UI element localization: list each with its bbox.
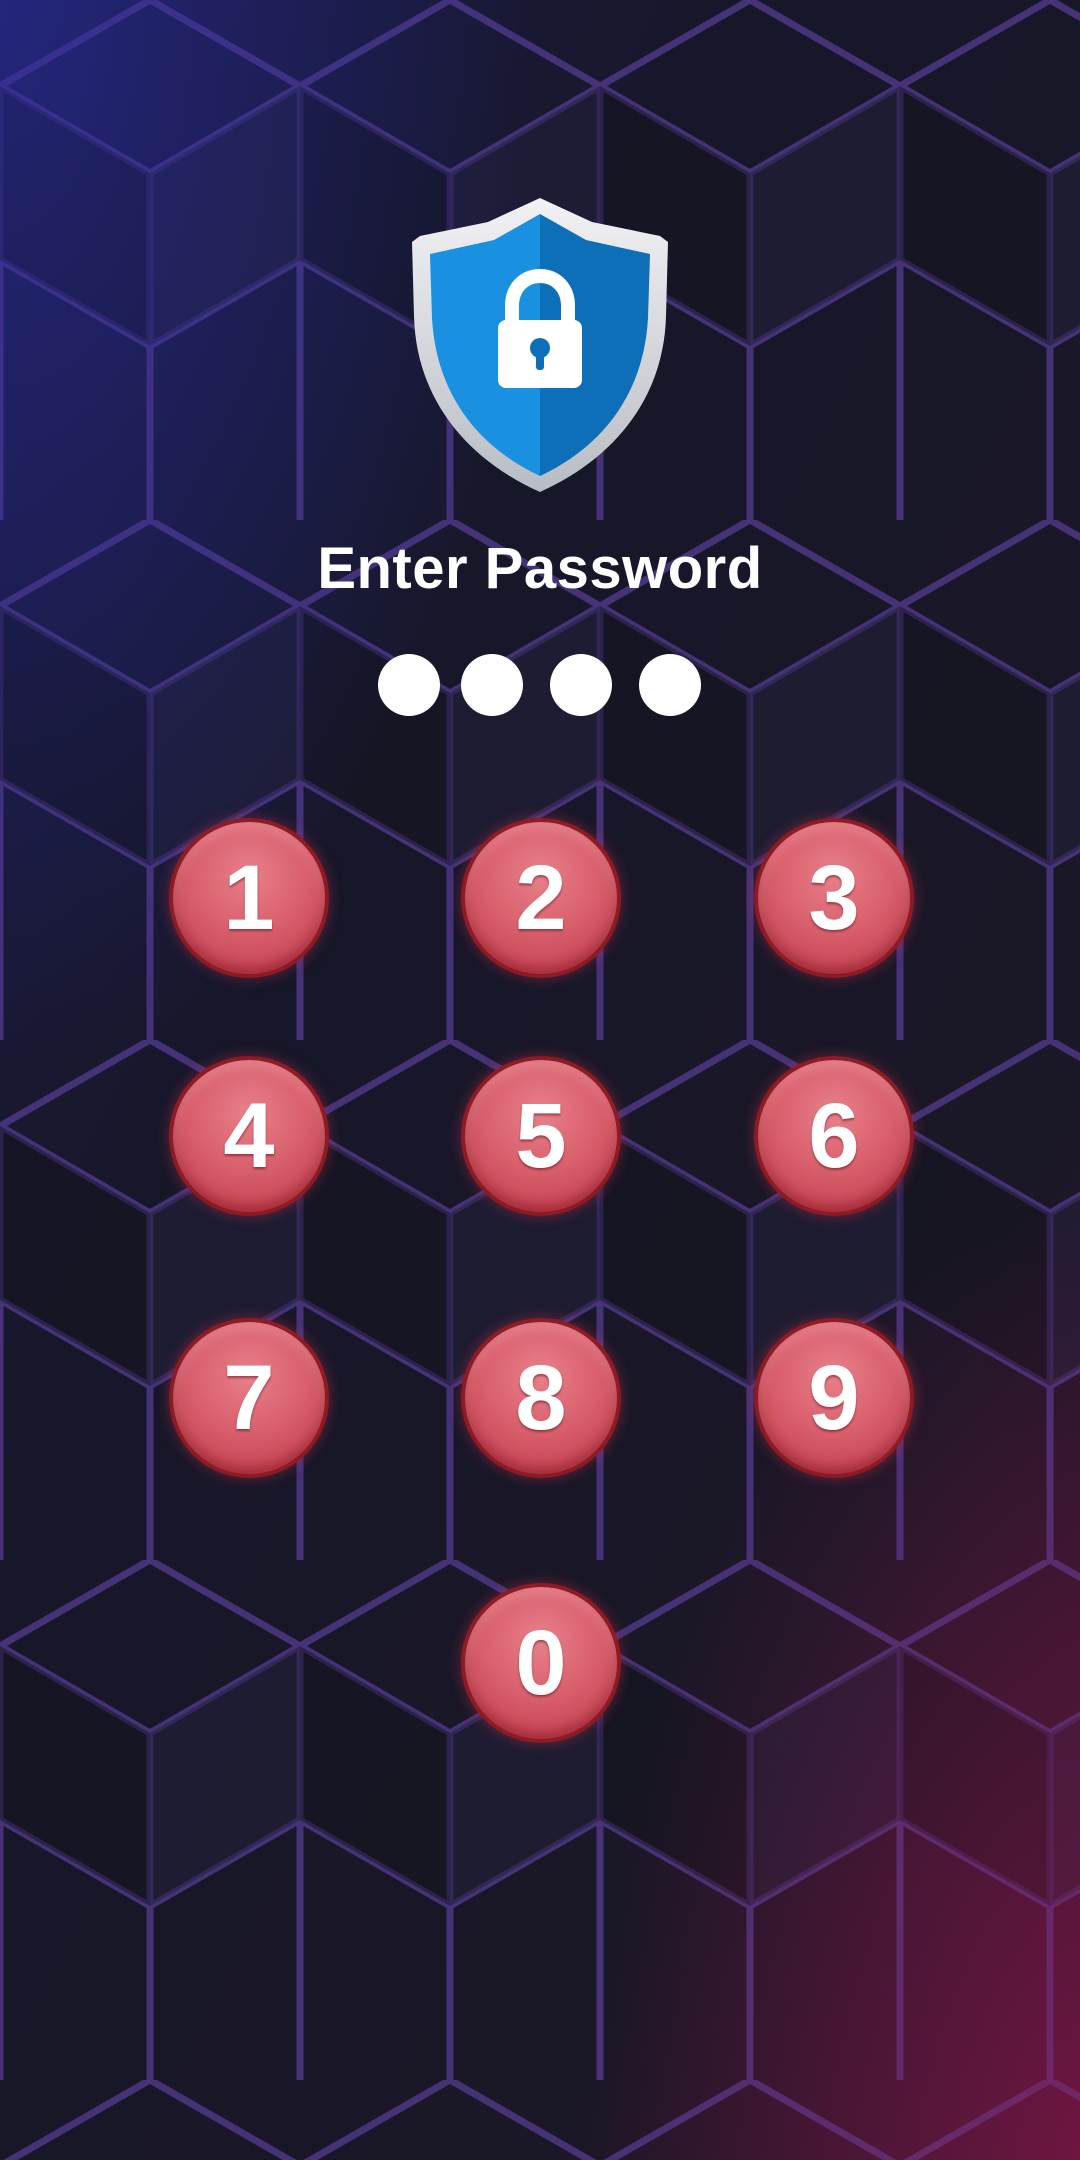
key-7[interactable]: 7 [169, 1318, 329, 1478]
key-3[interactable]: 3 [754, 818, 914, 978]
key-1[interactable]: 1 [169, 818, 329, 978]
key-5[interactable]: 5 [461, 1056, 621, 1216]
key-6[interactable]: 6 [754, 1056, 914, 1216]
key-2[interactable]: 2 [461, 818, 621, 978]
shield-lock-icon [396, 196, 684, 496]
pin-dot [550, 654, 612, 716]
pin-dot [639, 654, 701, 716]
pin-dot [378, 654, 440, 716]
key-0[interactable]: 0 [461, 1583, 621, 1743]
page-title: Enter Password [317, 536, 763, 601]
pin-dot [461, 654, 523, 716]
key-8[interactable]: 8 [461, 1318, 621, 1478]
key-4[interactable]: 4 [169, 1056, 329, 1216]
key-9[interactable]: 9 [754, 1318, 914, 1478]
pin-indicator [0, 654, 1080, 718]
